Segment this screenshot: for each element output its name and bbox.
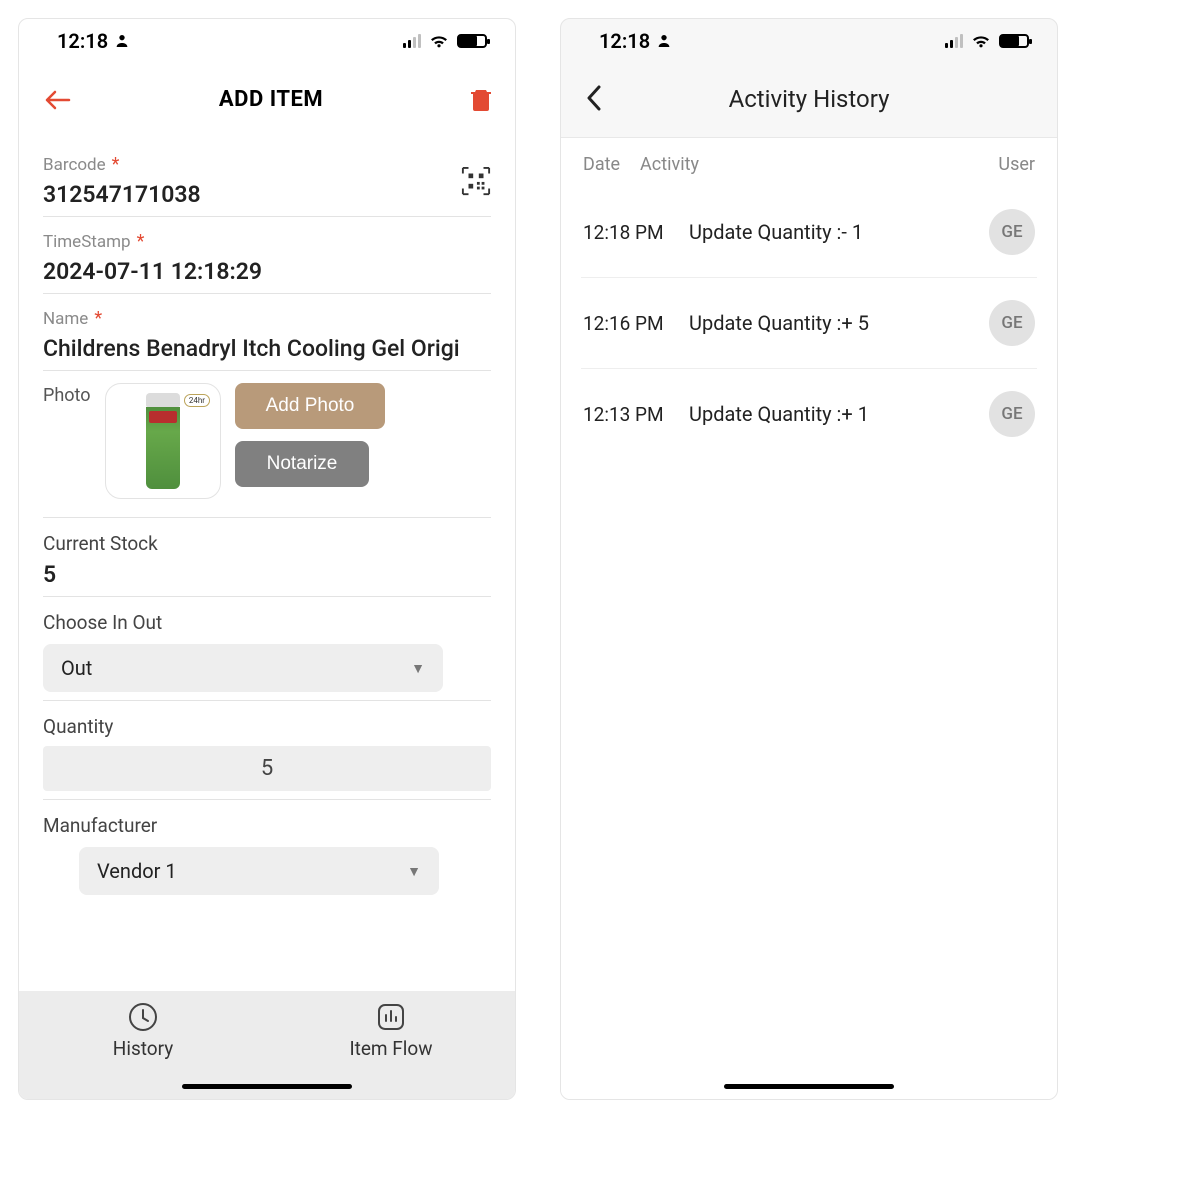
qr-scan-icon[interactable] <box>461 166 491 196</box>
status-bar: 12:18 <box>19 19 515 63</box>
manufacturer-value: Vendor 1 <box>97 859 177 883</box>
screen-activity-history: 12:18 Activity History Date Activity Use… <box>560 18 1058 1100</box>
timestamp-value[interactable]: 2024-07-11 12:18:29 <box>43 258 491 285</box>
current-stock-value: 5 <box>43 561 491 588</box>
history-row-activity: Update Quantity :+ 1 <box>689 402 989 426</box>
history-row[interactable]: 12:13 PM Update Quantity :+ 1 GE <box>581 368 1037 459</box>
tab-history-label: History <box>113 1037 173 1060</box>
current-stock-label: Current Stock <box>43 532 491 555</box>
timestamp-field: TimeStamp * 2024-07-11 12:18:29 <box>43 217 491 294</box>
photo-thumbnail[interactable]: 24hr <box>105 383 221 499</box>
barcode-field: Barcode * 312547171038 <box>43 140 491 217</box>
photo-label: Photo <box>43 383 91 406</box>
manufacturer-label: Manufacturer <box>43 814 491 837</box>
current-stock-field: Current Stock 5 <box>43 518 491 597</box>
tab-item-flow-label: Item Flow <box>349 1037 432 1060</box>
name-value[interactable]: Childrens Benadryl Itch Cooling Gel Orig… <box>43 335 491 362</box>
history-row[interactable]: 12:18 PM Update Quantity :- 1 GE <box>581 187 1037 277</box>
back-arrow-icon[interactable] <box>43 88 71 112</box>
barcode-label: Barcode <box>43 155 106 175</box>
manufacturer-field: Manufacturer Vendor 1 ▼ <box>43 800 491 903</box>
statusbar-time: 12:18 <box>57 29 108 53</box>
name-label: Name <box>43 309 88 329</box>
page-title: Activity History <box>729 85 890 113</box>
history-row-avatar: GE <box>989 300 1035 346</box>
choose-in-out-label: Choose In Out <box>43 611 491 634</box>
history-row-avatar: GE <box>989 391 1035 437</box>
home-indicator[interactable] <box>182 1084 352 1089</box>
battery-icon <box>999 34 1029 48</box>
choose-in-out-field: Choose In Out Out ▼ <box>43 597 491 701</box>
person-icon <box>656 33 672 49</box>
quantity-field: Quantity 5 <box>43 701 491 800</box>
cellular-icon <box>403 34 421 48</box>
screen-add-item: 12:18 ADD ITEM Barcode * 312547171038 <box>18 18 516 1100</box>
person-icon <box>114 33 130 49</box>
required-marker: * <box>112 154 120 175</box>
add-photo-button[interactable]: Add Photo <box>235 383 385 429</box>
bottom-tab-bar: History Item Flow <box>19 991 515 1099</box>
badge-icon: 24hr <box>184 394 210 407</box>
chevron-down-icon: ▼ <box>411 660 425 677</box>
cellular-icon <box>945 34 963 48</box>
name-field: Name * Childrens Benadryl Itch Cooling Ge… <box>43 294 491 371</box>
timestamp-label: TimeStamp <box>43 232 131 252</box>
statusbar-time: 12:18 <box>599 29 650 53</box>
clock-icon <box>127 1001 159 1033</box>
page-title: ADD ITEM <box>219 87 323 112</box>
manufacturer-dropdown[interactable]: Vendor 1 ▼ <box>79 847 439 895</box>
quantity-input[interactable]: 5 <box>43 746 491 791</box>
history-row-time: 12:16 PM <box>583 312 689 335</box>
history-row-time: 12:13 PM <box>583 403 689 426</box>
wifi-icon <box>971 33 991 49</box>
barcode-value[interactable]: 312547171038 <box>43 181 461 208</box>
notarize-button[interactable]: Notarize <box>235 441 369 487</box>
required-marker: * <box>137 231 145 252</box>
trash-icon[interactable] <box>471 88 491 112</box>
choose-in-out-value: Out <box>61 656 92 680</box>
product-image <box>146 393 180 489</box>
battery-icon <box>457 34 487 48</box>
chart-icon <box>375 1001 407 1033</box>
column-activity: Activity <box>640 154 699 175</box>
home-indicator[interactable] <box>724 1084 894 1089</box>
column-date: Date <box>583 154 620 175</box>
history-row-time: 12:18 PM <box>583 221 689 244</box>
tab-item-flow[interactable]: Item Flow <box>267 1001 515 1060</box>
nav-header: Activity History <box>561 63 1057 138</box>
history-row-activity: Update Quantity :- 1 <box>689 220 989 244</box>
status-bar: 12:18 <box>561 19 1057 63</box>
chevron-down-icon: ▼ <box>407 863 421 880</box>
back-chevron-icon[interactable] <box>585 85 603 111</box>
history-row-activity: Update Quantity :+ 5 <box>689 311 989 335</box>
history-row[interactable]: 12:16 PM Update Quantity :+ 5 GE <box>581 277 1037 368</box>
history-list: 12:18 PM Update Quantity :- 1 GE 12:16 P… <box>561 187 1057 1099</box>
nav-header: ADD ITEM <box>19 63 515 140</box>
history-row-avatar: GE <box>989 209 1035 255</box>
wifi-icon <box>429 33 449 49</box>
quantity-label: Quantity <box>43 715 491 738</box>
photo-field: Photo 24hr Add Photo Notarize <box>43 371 491 518</box>
choose-in-out-dropdown[interactable]: Out ▼ <box>43 644 443 692</box>
column-user: User <box>998 154 1035 175</box>
history-columns: Date Activity User <box>561 138 1057 187</box>
required-marker: * <box>94 308 102 329</box>
tab-history[interactable]: History <box>19 1001 267 1060</box>
